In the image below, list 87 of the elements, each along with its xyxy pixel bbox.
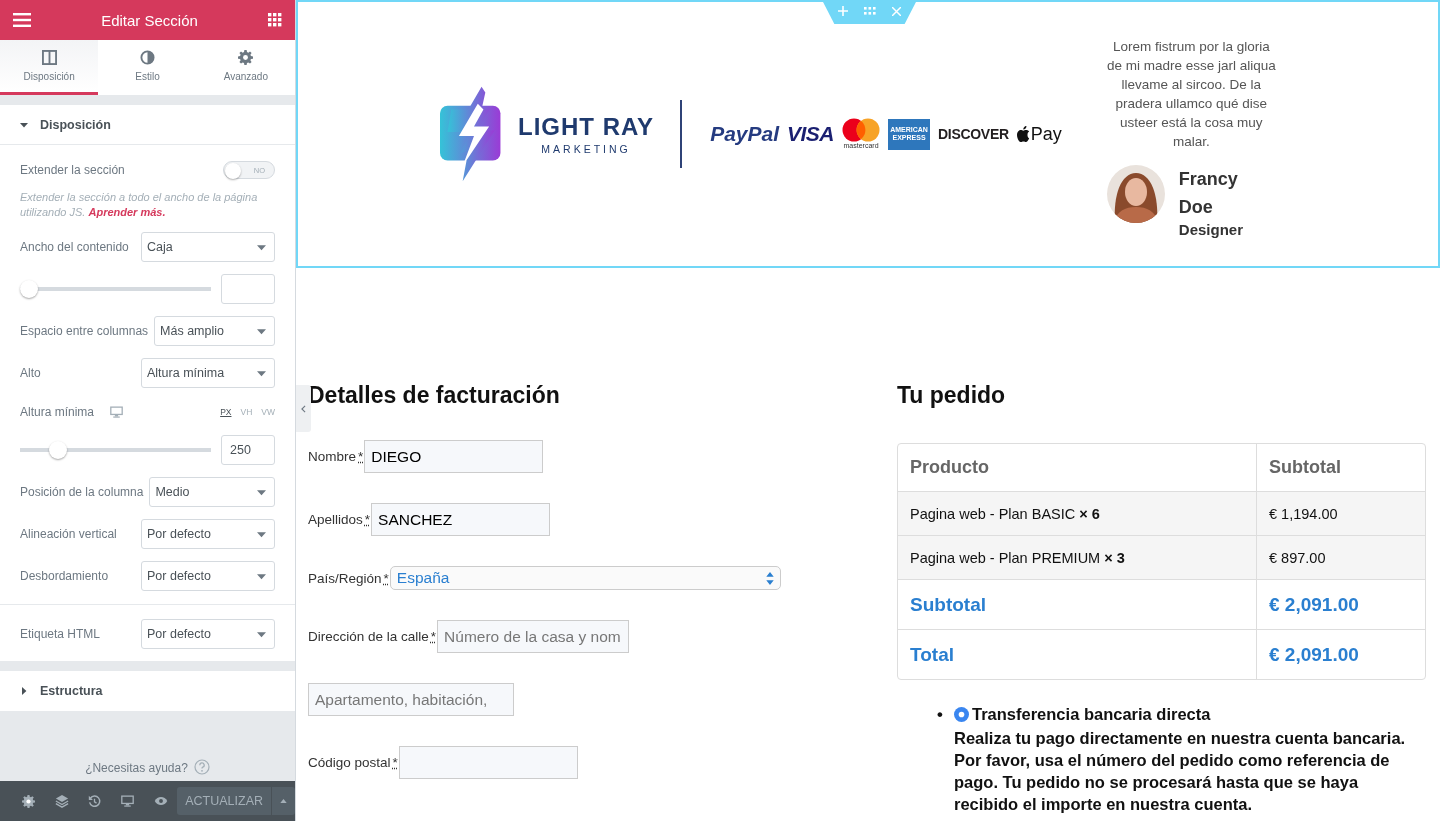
select-field[interactable]: Altura mínima [141, 358, 275, 388]
field-label: Nombre* [308, 449, 365, 464]
brand-name: LIGHT RAY [518, 113, 655, 141]
field-label: Apellidos* [308, 512, 372, 527]
section-heading: Detalles de facturación [308, 381, 561, 410]
control-label: Extender la sección [20, 163, 126, 177]
section-heading: Tu pedido [897, 381, 1007, 410]
unit-option[interactable]: PX [220, 407, 232, 417]
paypal-logo: PayPal [710, 122, 779, 146]
radio-button[interactable] [954, 706, 969, 722]
contrast-icon [140, 50, 155, 65]
collapse-handle[interactable] [296, 385, 311, 432]
caret-icon [257, 487, 266, 497]
settings-icon [238, 50, 254, 65]
drag-handle-icon[interactable] [864, 7, 876, 15]
layers-icon[interactable] [54, 794, 69, 808]
tab[interactable]: Disposición [0, 40, 99, 95]
stepper-icon [765, 571, 774, 585]
table-cell: Pagina web - Plan PREMIUM × 3 [898, 536, 1257, 580]
apple-pay-logo: Pay [1016, 123, 1062, 145]
person-role: Designer [1178, 220, 1244, 238]
table-cell-text: € 2,091.00 [1268, 642, 1360, 667]
settings-icon [22, 794, 35, 808]
history-icon[interactable] [88, 794, 102, 808]
help-text: Extender la sección a todo el ancho de la página utilizando JS. Aprender más. [20, 190, 259, 220]
select-field[interactable]: Caja [141, 232, 275, 262]
menu-icon[interactable] [13, 13, 31, 27]
help-icon[interactable] [193, 759, 210, 775]
apps-icon[interactable] [268, 13, 282, 27]
eye-icon[interactable] [153, 796, 168, 806]
person-name: Francy Doe [1178, 167, 1239, 219]
payment-description: Realiza tu pago directamente en nuestra cuenta bancaria. Por favor, usa el número del pedido como referencia de pago. Tu pedido no se procesará hasta que se haya recibido el importe en nuestra cuenta. [954, 727, 1407, 815]
input-field[interactable]: SANCHEZ [371, 503, 551, 536]
select-field[interactable]: Por defecto [141, 519, 275, 549]
field-label: Dirección de la calle* [308, 629, 438, 644]
add-icon[interactable] [838, 6, 848, 16]
select-field[interactable]: España [389, 566, 781, 590]
control-label: Posición de la columna [20, 485, 144, 499]
control-label: Ancho del contenido [20, 240, 130, 254]
control-label: Etiqueta HTML [20, 627, 102, 641]
caret-icon [257, 529, 266, 539]
control-label: Espacio entre columnas [20, 324, 149, 338]
help-link[interactable]: ¿Necesitas ayuda? [85, 761, 188, 775]
caret-icon [257, 571, 266, 581]
more-options-button[interactable] [271, 787, 295, 815]
chevron-left-icon [301, 404, 306, 413]
input-field[interactable]: DIEGO [364, 440, 544, 473]
columns-icon [41, 50, 57, 65]
panel-title: Editar Sección [101, 11, 198, 29]
brand-tagline: MARKETING [541, 143, 631, 155]
field-label: País/Región* [308, 570, 390, 586]
select-field[interactable]: Más amplio [154, 316, 275, 346]
responsive-icon [121, 795, 135, 807]
caret-up-icon [280, 799, 287, 803]
field-label: Código postal* [308, 755, 399, 770]
caret-icon [257, 326, 266, 336]
input-field[interactable]: Apartamento, habitación, [308, 683, 514, 716]
caret-icon [257, 629, 266, 639]
input-field[interactable] [398, 746, 578, 779]
caret-icon [257, 242, 266, 252]
table-cell: € 1,194.00 [1257, 492, 1425, 536]
control-label: Alineación vertical [20, 527, 118, 541]
slider-handle[interactable] [49, 441, 68, 459]
select-field[interactable]: Por defecto [141, 619, 275, 649]
bullet: • [937, 704, 944, 725]
slider-handle[interactable] [20, 280, 38, 298]
select-field[interactable]: Por defecto [141, 561, 275, 591]
input-field[interactable]: Número de la casa y nom [437, 620, 630, 653]
number-field[interactable]: 250 [221, 435, 275, 465]
select-field[interactable]: Medio [149, 477, 275, 507]
control-label: Alto [20, 366, 42, 380]
control-label: Altura mínima [20, 405, 95, 419]
payment-method-label: Transferencia bancaria directa [972, 704, 1211, 725]
caret-icon [257, 368, 266, 378]
testimonial-quote: Lorem fistrum por la gloria de mi madre esse jarl aliqua llevame al sircoo. De la pradera ullamco qué dise usteer está la cosa muy malar. [1106, 37, 1277, 151]
control-label: Desbordamiento [20, 569, 110, 583]
number-field[interactable] [221, 274, 275, 304]
discover-logo: DISCOVER [938, 126, 1009, 142]
table-cell: Subtotal [898, 580, 1257, 630]
table-cell: € 2,091.00 [1257, 580, 1425, 630]
table-cell: Pagina web - Plan BASIC × 6 [898, 492, 1257, 536]
learn-more-link[interactable]: Aprender más. [88, 206, 166, 218]
table-cell: Total [898, 630, 1257, 679]
desktop-icon [110, 406, 124, 418]
close-icon[interactable] [892, 6, 901, 16]
table-cell: € 897.00 [1257, 536, 1425, 580]
visa-logo: VISA [787, 122, 835, 146]
